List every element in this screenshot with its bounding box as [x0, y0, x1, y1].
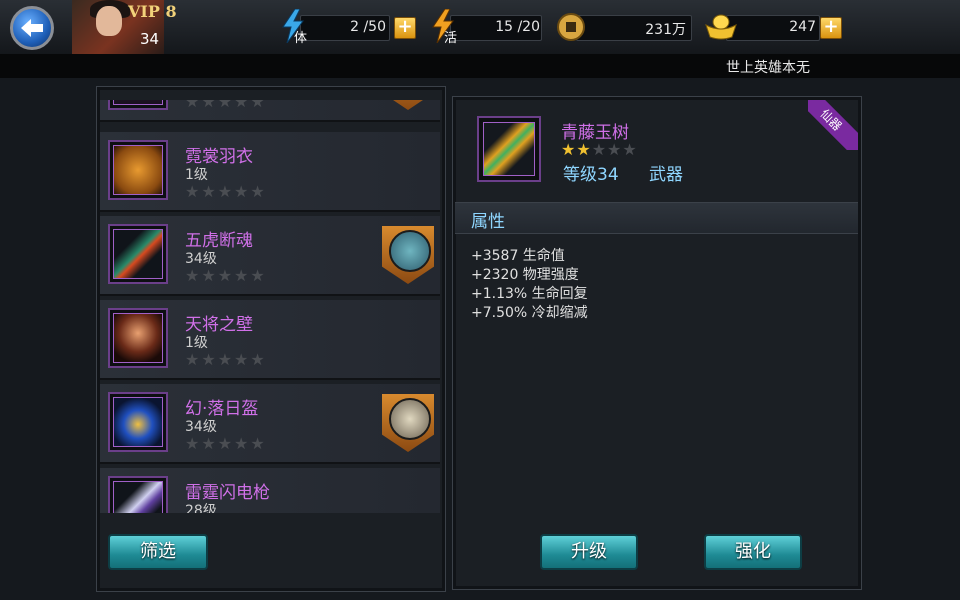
hero-portrait-icon: [389, 398, 431, 440]
add-stamina-button[interactable]: +: [394, 17, 416, 39]
item-detail-header: 青藤玉树 ★★★★★ 等级34 武器 仙器: [455, 100, 858, 202]
energy-resource: 活 15 /20: [430, 9, 550, 46]
equipped-badge: [382, 394, 434, 452]
star-empty: ★★★: [591, 140, 638, 159]
energy-label: 活: [444, 31, 458, 46]
item-stars: ★★★★★: [185, 434, 267, 453]
item-level: 1级: [185, 335, 208, 351]
rarity-label: 仙器: [808, 100, 858, 150]
attribute-line: +1.13% 生命回复: [471, 286, 588, 302]
coins-value: 231万: [645, 22, 686, 38]
player-level: 34: [140, 30, 160, 48]
jade-spear-icon: [483, 122, 535, 176]
item-level: 34级: [185, 251, 217, 267]
selected-item-type: 武器: [649, 165, 683, 185]
attribute-line: +7.50% 冷却缩减: [471, 305, 588, 321]
filter-button[interactable]: 筛选: [108, 534, 208, 570]
gold-resource: 247 +: [704, 14, 844, 41]
selected-item-stars: ★★★★★: [561, 140, 638, 159]
item-stars: ★★★★★: [185, 182, 267, 201]
selected-item-icon-slot: [477, 116, 541, 182]
coins-resource: 231万: [556, 13, 696, 41]
robe-dark-icon: [113, 100, 163, 105]
item-stars: ★★★★★: [185, 266, 267, 285]
item-icon-slot: [108, 224, 168, 284]
selected-item-level: 等级34: [563, 165, 619, 185]
equipped-badge: [382, 100, 434, 110]
page-title: 世上英雄本无: [726, 60, 810, 76]
attributes-header: 属性: [455, 202, 858, 234]
upgrade-button[interactable]: 升级: [540, 534, 638, 570]
rarity-ribbon: 仙器: [808, 100, 858, 150]
list-item[interactable]: ★★★★★: [100, 100, 440, 122]
item-stars: ★★★★★: [185, 100, 267, 111]
back-button[interactable]: [10, 6, 54, 50]
armor-icon: [113, 313, 163, 363]
spear-icon: [113, 229, 163, 279]
hero-portrait-icon: [389, 230, 431, 272]
attribute-line: +2320 物理强度: [471, 267, 579, 283]
gold-value: 247: [789, 19, 816, 35]
enhance-button[interactable]: 强化: [704, 534, 802, 570]
item-level: 28级: [185, 503, 217, 513]
item-icon-slot: [108, 476, 168, 513]
item-icon-slot: [108, 140, 168, 200]
attributes-list: +3587 生命值 +2320 物理强度 +1.13% 生命回复 +7.50% …: [471, 247, 588, 323]
list-item[interactable]: 霓裳羽衣 1级 ★★★★★: [100, 132, 440, 212]
gold-ingot-icon: [705, 14, 737, 40]
helmet-icon: [113, 397, 163, 447]
add-gold-button[interactable]: +: [820, 17, 842, 39]
orange-robe-icon: [113, 145, 163, 195]
list-item[interactable]: 幻·落日盔 34级 ★★★★★: [100, 384, 440, 464]
item-level: 34级: [185, 419, 217, 435]
title-bar: 世上英雄本无: [0, 54, 960, 78]
lightning-spear-icon: [113, 481, 163, 513]
list-item[interactable]: 雷霆闪电枪 28级: [100, 468, 440, 513]
item-level: 1级: [185, 167, 208, 183]
stamina-resource: 体 2 /50 +: [280, 9, 420, 46]
star-filled: ★★: [561, 140, 592, 159]
list-item[interactable]: 五虎断魂 34级 ★★★★★: [100, 216, 440, 296]
item-icon-slot: [108, 392, 168, 452]
equipment-list[interactable]: ★★★★★ 霓裳羽衣 1级 ★★★★★ 五虎断魂 34级 ★★★★★ 天将之壁 …: [100, 100, 440, 513]
item-stars: ★★★★★: [185, 350, 267, 369]
list-item[interactable]: 天将之壁 1级 ★★★★★: [100, 300, 440, 380]
attribute-line: +3587 生命值: [471, 248, 565, 264]
item-icon-slot: [108, 100, 168, 110]
energy-value: 15 /20: [495, 19, 540, 35]
attributes-title: 属性: [471, 212, 505, 232]
coin-icon: [557, 13, 585, 41]
stamina-value: 2 /50: [350, 19, 386, 35]
stamina-label: 体: [294, 31, 308, 46]
vip-label: VIP 8: [128, 2, 177, 21]
back-arrow-icon: [21, 19, 43, 37]
item-icon-slot: [108, 308, 168, 368]
avatar-face: [96, 6, 122, 36]
top-bar: VIP 8 34 体 2 /50 + 活 15 /20 231万 247 +: [0, 0, 960, 55]
equipped-badge: [382, 226, 434, 284]
